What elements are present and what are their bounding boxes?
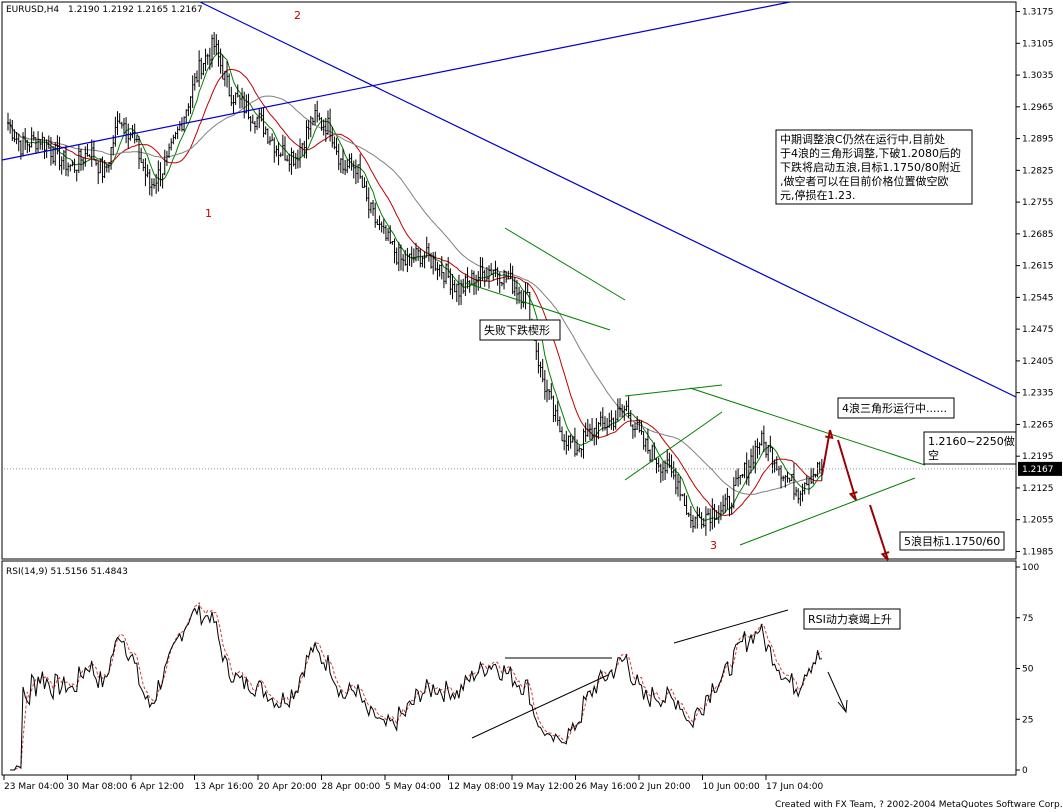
footer-credit: Created with FX Team, ? 2002-2004 MetaQu… (775, 800, 1063, 810)
ohlc-values: 1.2190 1.2192 1.2165 1.2167 (68, 5, 203, 15)
price-tick-label: 1.2685 (1022, 230, 1054, 240)
wave-3-label: 3 (710, 539, 717, 552)
price-tick-label: 1.3035 (1022, 71, 1054, 81)
wave-1-label: 1 (205, 207, 212, 220)
main-note-line-1: 中期调整浪C仍然在运行中,目前处 (780, 132, 945, 146)
current-price: 1.2167 (1022, 465, 1054, 475)
time-tick-label: 12 May 08:00 (449, 782, 511, 792)
time-tick-label: 5 May 04:00 (385, 782, 441, 792)
price-tick-label: 1.3105 (1022, 39, 1054, 49)
rsi-note: RSI动力衰竭上升 (808, 612, 892, 626)
price-tick-label: 1.2195 (1022, 452, 1054, 462)
time-tick-label: 26 May 16:00 (576, 782, 638, 792)
main-note-line-3: 下跌将启动五浪,目标1.1750/80附近 (780, 160, 961, 174)
triangle-label-box: 4浪三角形运行中...... (837, 397, 955, 419)
price-tick-label: 1.1985 (1022, 547, 1054, 557)
main-note-line-5: 元,停损在1.23. (780, 188, 856, 202)
short-label-line-2: 空 (928, 448, 939, 462)
price-tick-label: 1.2755 (1022, 198, 1054, 208)
short-label-line-1: 1.2160~2250做 (928, 434, 1015, 448)
price-tick-label: 1.2055 (1022, 516, 1054, 526)
time-tick-label: 20 Apr 20:00 (258, 782, 317, 792)
time-tick-label: 10 Jun 00:00 (703, 782, 760, 792)
price-tick-label: 1.2895 (1022, 135, 1054, 145)
wedge-label-box: 失败下跌楔形 (479, 319, 561, 341)
target-label-box: 5浪目标1.1750/60 (899, 531, 1005, 551)
price-tick-label: 1.2475 (1022, 325, 1054, 335)
rsi-tick-label: 50 (1022, 665, 1034, 675)
main-note-line-2: 于4浪的三角形调整,下破1.2080后的 (780, 146, 961, 160)
short-label-box: 1.2160~2250做 空 (923, 431, 1017, 465)
price-tick-label: 1.2335 (1022, 389, 1054, 399)
price-tick-label: 1.2615 (1022, 262, 1054, 272)
chart: 1.3175 1.3105 1.3035 1.2965 1.2895 1.2825 1.27… (0, 0, 1063, 812)
price-tick-label: 1.2545 (1022, 293, 1054, 303)
chart-symbol: EURUSD,H4 (6, 5, 59, 15)
rsi-label: RSI(14,9) 51.5156 51.4843 (6, 567, 128, 577)
wave-2-label: 2 (294, 9, 301, 22)
price-tick-label: 1.2125 (1022, 484, 1054, 494)
price-tick-label: 1.2265 (1022, 420, 1054, 430)
rsi-tick-label: 25 (1022, 715, 1033, 725)
wedge-label: 失败下跌楔形 (484, 323, 550, 337)
rsi-tick-label: 100 (1022, 563, 1039, 573)
time-tick-label: 17 Jun 04:00 (766, 782, 823, 792)
price-tick-label: 1.2405 (1022, 357, 1054, 367)
time-tick-label: 13 Apr 16:00 (195, 782, 254, 792)
time-tick-label: 2 Jun 20:00 (639, 782, 691, 792)
price-tick-label: 1.2965 (1022, 103, 1054, 113)
main-note-box: 中期调整浪C仍然在运行中,目前处 于4浪的三角形调整,下破1.2080后的 下跌… (775, 129, 973, 205)
triangle-label: 4浪三角形运行中...... (842, 401, 947, 415)
target-label: 5浪目标1.1750/60 (904, 534, 1000, 548)
current-price-marker: 1.2167 (1018, 461, 1062, 476)
time-tick-label: 28 Apr 00:00 (322, 782, 381, 792)
price-tick-label: 1.2825 (1022, 166, 1054, 176)
rsi-tick-label: 75 (1022, 614, 1033, 624)
main-note-line-4: ,做空者可以在目前价格位置做空欧 (780, 174, 949, 188)
rsi-note-box: RSI动力衰竭上升 (803, 608, 901, 630)
time-tick-label: 6 Apr 12:00 (131, 782, 184, 792)
rsi-tick-label: 0 (1022, 766, 1028, 776)
time-tick-label: 19 May 12:00 (512, 782, 574, 792)
time-tick-label: 23 Mar 04:00 (4, 782, 64, 792)
time-tick-label: 30 Mar 08:00 (68, 782, 128, 792)
price-tick-label: 1.3175 (1022, 8, 1054, 18)
